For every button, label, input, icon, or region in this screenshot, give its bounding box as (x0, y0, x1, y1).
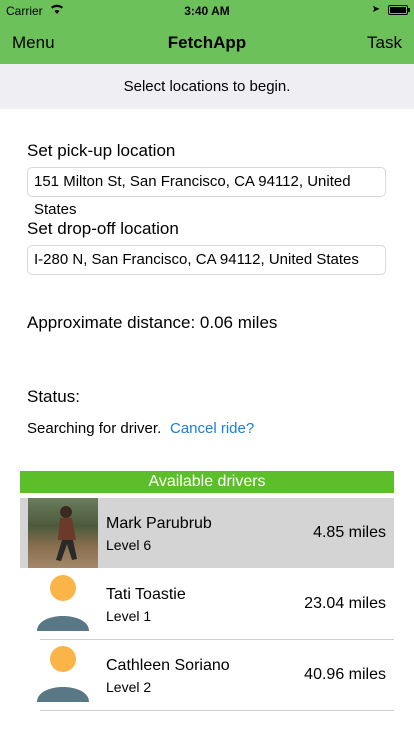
dropoff-label: Set drop-off location (27, 219, 179, 238)
location-arrow-icon: ➤ (371, 4, 380, 15)
row-divider (40, 710, 394, 711)
approximate-distance: Approximate distance: 0.06 miles (27, 313, 278, 332)
driver-row[interactable]: Cathleen Soriano Level 2 40.96 miles (20, 640, 394, 710)
instruction-banner: Select locations to begin. (0, 64, 414, 109)
driver-name: Tati Toastie (106, 586, 186, 603)
driver-level: Level 6 (106, 537, 152, 553)
driver-distance: 4.85 miles (313, 524, 386, 541)
available-drivers-header: Available drivers (20, 471, 394, 493)
clock: 3:40 AM (184, 4, 230, 18)
driver-level: Level 1 (106, 608, 152, 624)
app-title: FetchApp (167, 33, 247, 52)
driver-distance: 40.96 miles (304, 666, 386, 683)
driver-name: Mark Parubrub (106, 515, 212, 532)
cancel-ride-link[interactable]: Cancel ride? (170, 420, 254, 437)
driver-photo (28, 498, 98, 568)
driver-level: Level 2 (106, 679, 152, 695)
driver-name: Cathleen Soriano (106, 657, 230, 674)
dropoff-location-field[interactable]: I-280 N, San Francisco, CA 94112, United… (27, 245, 386, 275)
navigation-bar: Menu FetchApp Task (0, 22, 414, 64)
pickup-label: Set pick-up location (27, 141, 176, 160)
driver-row[interactable]: Tati Toastie Level 1 23.04 miles (20, 569, 394, 639)
task-button[interactable]: Task (367, 33, 402, 53)
battery-icon (388, 5, 410, 15)
person-avatar-icon (37, 575, 89, 631)
status-text: Searching for driver. (27, 420, 162, 437)
status-label: Status: (27, 387, 80, 406)
runner-photo-icon (56, 506, 77, 561)
person-avatar-icon (37, 646, 89, 702)
driver-distance: 23.04 miles (304, 595, 386, 612)
status-bar: Carrier 3:40 AM ➤ (0, 0, 414, 22)
driver-row[interactable]: Mark Parubrub Level 6 4.85 miles (20, 498, 394, 568)
pickup-location-field[interactable]: 151 Milton St, San Francisco, CA 94112, … (27, 167, 386, 218)
